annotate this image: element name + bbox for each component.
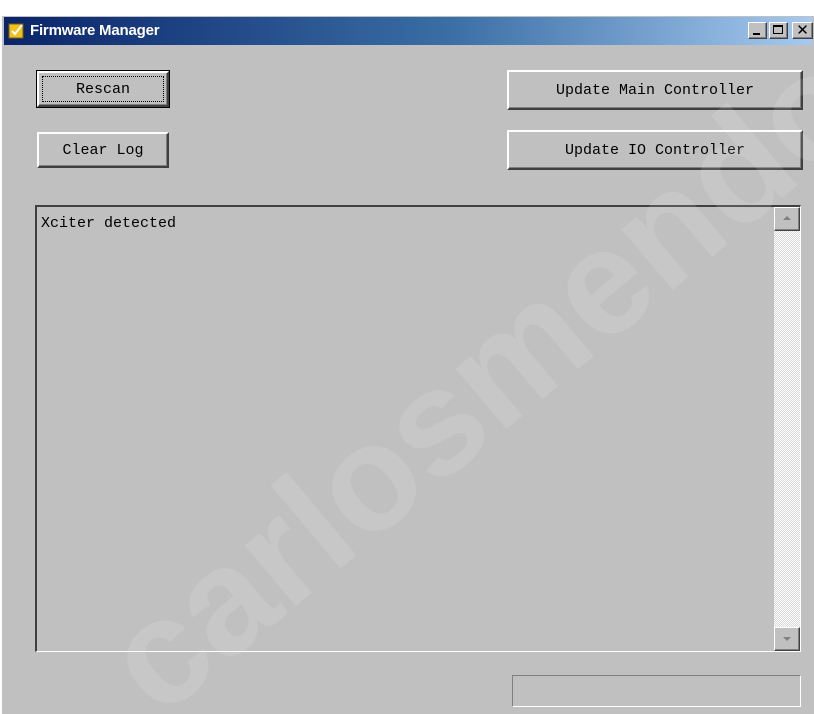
log-line: Xciter detected xyxy=(41,215,177,232)
scroll-up-button[interactable] xyxy=(774,207,800,231)
app-icon xyxy=(8,23,24,39)
update-main-controller-button[interactable]: Update Main Controller xyxy=(507,70,803,110)
firmware-manager-window: Firmware Manager ✕ Rescan Clear Log Upda… xyxy=(0,14,814,714)
log-textarea[interactable]: Xciter detected xyxy=(35,205,801,652)
clear-log-button[interactable]: Clear Log xyxy=(37,132,169,168)
rescan-button[interactable]: Rescan xyxy=(36,70,170,108)
title-bar[interactable]: Firmware Manager ✕ xyxy=(4,17,813,45)
close-button[interactable]: ✕ xyxy=(792,21,813,39)
window-title: Firmware Manager xyxy=(30,22,160,39)
scroll-down-button[interactable] xyxy=(774,627,800,651)
focus-rectangle xyxy=(42,76,164,102)
vertical-scrollbar[interactable] xyxy=(774,207,800,651)
maximize-icon xyxy=(773,25,783,34)
update-io-controller-button[interactable]: Update IO Controller xyxy=(507,130,803,170)
maximize-button[interactable] xyxy=(769,22,788,39)
minimize-button[interactable] xyxy=(748,22,767,39)
update-io-controller-label: Update IO Controller xyxy=(564,141,746,159)
arrow-down-icon xyxy=(783,637,791,641)
clear-log-button-label: Clear Log xyxy=(62,141,144,159)
status-field xyxy=(512,675,801,707)
arrow-up-icon xyxy=(783,216,791,220)
close-icon: ✕ xyxy=(796,21,809,39)
update-main-controller-label: Update Main Controller xyxy=(555,81,755,99)
minimize-icon xyxy=(753,33,760,35)
